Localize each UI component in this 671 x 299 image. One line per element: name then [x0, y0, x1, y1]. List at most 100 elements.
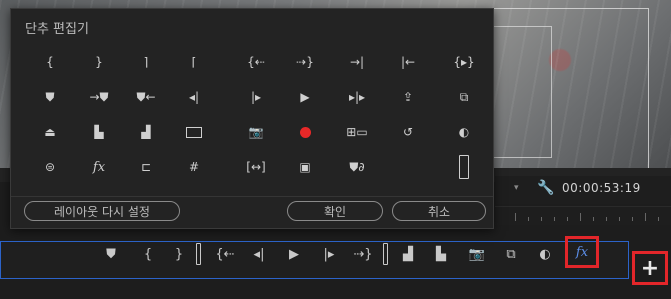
button-editor-cell[interactable]: ⧉ — [447, 85, 481, 109]
monitor-bar-button[interactable]: } — [168, 243, 190, 265]
button-editor-cell[interactable]: { — [33, 50, 67, 74]
fx-icon: fx — [92, 159, 106, 175]
monitor-bar-button[interactable]: ◂| — [248, 243, 270, 265]
mark-in-icon: { — [46, 55, 54, 69]
fit-frame-icon: [↔] — [246, 160, 266, 174]
duration-timecode[interactable]: 00:00:53:19 — [562, 181, 641, 195]
button-editor-cell[interactable]: ▶ — [288, 85, 322, 109]
ruler-tick — [619, 217, 620, 221]
record-icon — [299, 126, 311, 138]
button-editor-cell[interactable]: fx — [82, 155, 116, 179]
button-editor-cell[interactable]: ⌈ — [177, 50, 211, 74]
ruler-tick — [606, 217, 607, 221]
ok-button[interactable]: 확인 — [287, 201, 383, 221]
monitor-bar-button[interactable]: ▶ — [283, 243, 305, 265]
toggle-proxies-icon: ◐ — [458, 125, 470, 139]
button-editor-cell[interactable]: ⛊ — [33, 85, 67, 109]
vr-video-icon: ⊜ — [44, 160, 56, 174]
spacer-bar-icon — [383, 243, 388, 265]
button-editor-cell[interactable]: 📷 — [239, 120, 273, 144]
button-editor-cell[interactable]: ▸|▸ — [340, 85, 374, 109]
add-marker-icon: ⛊ — [45, 90, 55, 104]
button-editor-cell[interactable]: ⊞▭ — [340, 120, 374, 144]
monitor-bar-button[interactable]: ▟ — [397, 243, 419, 265]
button-editor-cell[interactable]: ⊜ — [33, 155, 67, 179]
button-editor-cell[interactable]: ⌉ — [129, 50, 163, 74]
button-editor-cell[interactable]: [↔] — [239, 155, 273, 179]
time-ruler[interactable] — [495, 206, 671, 225]
chevron-down-icon[interactable]: ▾ — [514, 183, 519, 193]
monitor-bar-button[interactable]: { — [137, 243, 159, 265]
button-editor-cell[interactable] — [447, 152, 481, 182]
go-to-next-edit-icon: →| — [349, 55, 365, 69]
button-editor-cell[interactable]: ⇢} — [288, 50, 322, 74]
button-editor-cell[interactable]: ◐ — [447, 120, 481, 144]
monitor-bar-button[interactable]: |▸ — [318, 243, 340, 265]
step-back-icon: ◂| — [188, 90, 200, 104]
go-to-next-marker-icon: →⛊ — [89, 90, 109, 104]
button-editor-cell[interactable]: ▟ — [129, 120, 163, 144]
button-editor-cell[interactable]: ⊏ — [129, 155, 163, 179]
loop-icon: ↺ — [402, 125, 414, 139]
play-icon: ▶ — [300, 90, 310, 104]
button-editor-cell[interactable]: # — [177, 155, 211, 179]
button-editor-cell[interactable]: ⛊← — [129, 85, 163, 109]
mark-out-icon: } — [95, 55, 103, 69]
go-to-out-icon: ⇢} — [353, 246, 373, 262]
lift-icon: ⏏ — [44, 125, 56, 139]
clear-out-icon: ⌈ — [191, 55, 197, 69]
monitor-bar-button[interactable]: ⧉ — [500, 243, 522, 265]
trim-monitor-icon: ▸|▸ — [348, 90, 366, 104]
monitor-bar-button[interactable]: 📷 — [466, 243, 488, 265]
button-editor-cell[interactable]: |← — [391, 50, 425, 74]
mark-out-icon: } — [174, 246, 184, 262]
tall-spacer-icon — [459, 155, 469, 179]
button-editor-button[interactable]: + — [632, 251, 668, 285]
cancel-button[interactable]: 취소 — [392, 201, 486, 221]
ruler-tick — [593, 217, 594, 221]
button-editor-cell[interactable]: |▸ — [239, 85, 273, 109]
reset-layout-button[interactable]: 레이아웃 다시 설정 — [24, 201, 180, 221]
ruler-tick — [658, 217, 659, 221]
plus-icon: + — [640, 255, 660, 281]
step-back-icon: ◂| — [253, 246, 265, 262]
button-editor-cell[interactable]: ⇪ — [391, 85, 425, 109]
button-editor-cell[interactable] — [288, 120, 322, 144]
button-editor-cell[interactable] — [177, 120, 211, 144]
monitor-bar-button[interactable]: ◐ — [534, 243, 556, 265]
button-editor-cell[interactable]: ▙ — [82, 120, 116, 144]
camera-icon: 📷 — [468, 246, 486, 262]
button-editor-cell[interactable] — [391, 155, 425, 179]
wrench-icon[interactable]: 🔧 — [537, 180, 554, 196]
ruler-tick — [645, 213, 646, 221]
ruler-tick — [567, 217, 568, 221]
export-frame-icon: ⇪ — [402, 90, 414, 104]
button-editor-cell[interactable]: →| — [340, 50, 374, 74]
go-to-prev-marker-icon: ⛊← — [136, 90, 156, 104]
button-editor-cell[interactable]: ▣ — [288, 155, 322, 179]
monitor-bar-button[interactable]: {⇠ — [214, 243, 236, 265]
button-editor-cell[interactable]: {⇠ — [239, 50, 273, 74]
play-icon: ▶ — [289, 246, 299, 262]
button-editor-cell[interactable]: } — [82, 50, 116, 74]
button-editor-cell[interactable]: ↺ — [391, 120, 425, 144]
monitor-bar-button[interactable]: ⇢} — [352, 243, 374, 265]
multi-track-icon: # — [188, 160, 200, 174]
button-editor-dialog: 단추 편집기 {} ⌉ ⌈ {⇠ ⇢} →| |← {▸} ⛊ →⛊ ⛊← ◂| |▸ ▶ ▸|▸ ⇪ ⧉ ⏏ ▙ ▟… — [10, 8, 494, 229]
insert-icon: ▟ — [141, 125, 151, 139]
step-forward-icon: |▸ — [323, 246, 335, 262]
button-editor-cell[interactable]: ◂| — [177, 85, 211, 109]
button-editor-cell[interactable]: {▸} — [447, 50, 481, 74]
go-to-prev-edit-icon: |← — [400, 55, 416, 69]
monitor-bar-button[interactable]: ⛊ — [100, 243, 122, 265]
monitor-bar-button[interactable]: ▙ — [430, 243, 452, 265]
button-editor-cell[interactable]: ⏏ — [33, 120, 67, 144]
safe-margins-icon — [186, 126, 202, 138]
dialog-title: 단추 편집기 — [25, 22, 89, 37]
ruler-tick — [632, 217, 633, 221]
step-forward-icon: |▸ — [250, 90, 262, 104]
button-editor-cell[interactable]: ⛊∂ — [340, 155, 374, 179]
fx-button[interactable]: fx — [565, 236, 599, 268]
multi-camera-icon: ⧉ — [506, 246, 516, 262]
button-editor-cell[interactable]: →⛊ — [82, 85, 116, 109]
